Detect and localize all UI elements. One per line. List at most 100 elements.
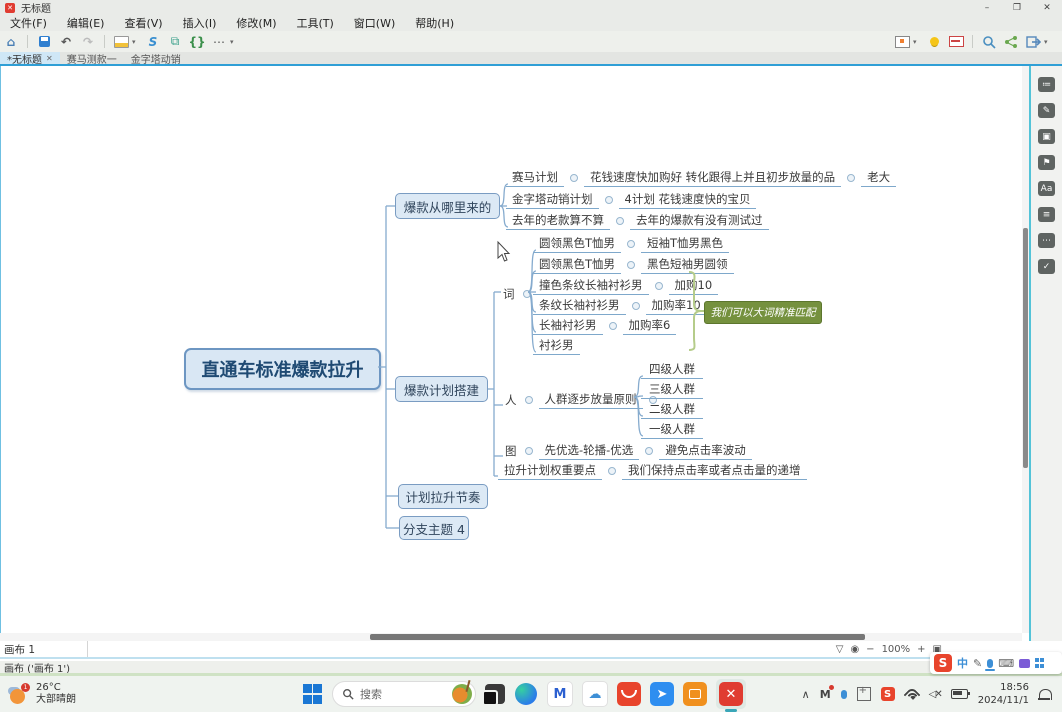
save-icon[interactable] [34, 33, 54, 50]
vertical-scrollbar-thumb[interactable] [1023, 228, 1028, 468]
undo-icon[interactable]: ↶ [56, 33, 76, 50]
topic[interactable]: 老大 [861, 168, 896, 187]
pointer-app-icon[interactable]: ➤ [650, 682, 674, 706]
export-caret-icon[interactable]: ▾ [1044, 38, 1054, 46]
topic[interactable]: 长袖衬衫男 [533, 316, 603, 335]
topic-picture[interactable]: 图 [503, 442, 519, 460]
central-topic[interactable]: 直通车标准爆款拉升 [184, 348, 381, 390]
style-brush-icon[interactable]: ✎ [1038, 103, 1055, 118]
ime-keyboard-icon[interactable]: ⌨ [998, 657, 1014, 670]
more-tools-caret-icon[interactable]: ▾ [230, 38, 240, 46]
sogou-logo-icon[interactable]: S [934, 654, 952, 672]
horizontal-scrollbar-thumb[interactable] [370, 634, 865, 640]
comment-icon[interactable]: ⋯ [1038, 233, 1055, 248]
task-view-icon[interactable] [485, 684, 505, 704]
menu-file[interactable]: 文件(F) [0, 15, 57, 31]
idea-bulb-icon[interactable] [924, 33, 944, 50]
ime-toolbox-icon[interactable] [1035, 658, 1045, 668]
topic-lift-rhythm[interactable]: 计划拉升节奏 [398, 484, 488, 509]
summary-icon[interactable]: ⧉ [165, 33, 185, 50]
topic-style-caret-icon[interactable]: ▾ [132, 38, 142, 46]
collapse-joint-icon[interactable] [570, 174, 578, 182]
tab-saima-cekuan[interactable]: 赛马测款一 [60, 52, 124, 64]
topic[interactable]: 加购10 [669, 276, 719, 295]
zoom-in-button[interactable]: + [917, 644, 925, 655]
share-icon[interactable] [1001, 33, 1021, 50]
topic-branch-4[interactable]: 分支主题 4 [399, 516, 469, 540]
camera-app-icon[interactable] [683, 682, 707, 706]
slideshow-icon[interactable] [946, 33, 966, 50]
collapse-joint-icon[interactable] [605, 196, 613, 204]
horizontal-scrollbar[interactable] [0, 633, 1022, 641]
home-icon[interactable]: ⌂ [1, 33, 21, 50]
cloud-drive-icon[interactable]: ☁ [582, 681, 608, 707]
tray-chevron-icon[interactable]: ∧ [802, 688, 810, 701]
edge-icon[interactable] [514, 682, 538, 706]
more-tools-icon[interactable]: ⋯ [209, 33, 229, 50]
topic[interactable]: 去年的老款算不算 [506, 211, 610, 230]
note-icon[interactable]: ≡ [1038, 207, 1055, 222]
topic[interactable]: 加购率6 [623, 316, 677, 335]
topic-where-from[interactable]: 爆款从哪里来的 [395, 193, 500, 219]
topic-people[interactable]: 人 [503, 391, 519, 409]
flag-icon[interactable]: ⚑ [1038, 155, 1055, 170]
relationship-icon[interactable]: S [143, 33, 163, 50]
collapse-joint-icon[interactable] [525, 447, 533, 455]
topic[interactable]: 撞色条纹长袖衬衫男 [533, 276, 649, 295]
search-icon[interactable] [979, 33, 999, 50]
menu-insert[interactable]: 插入(I) [173, 15, 227, 31]
topic[interactable]: 我们保持点击率或者点击量的递增 [622, 461, 807, 480]
ime-lang-icon[interactable]: 中 [957, 655, 968, 671]
image-icon[interactable]: ▣ [1038, 129, 1055, 144]
taskbar-search[interactable]: 搜索 [332, 681, 476, 707]
tab-close-icon[interactable]: ✕ [46, 54, 53, 63]
collapse-joint-icon[interactable] [627, 240, 635, 248]
vertical-scrollbar[interactable] [1022, 66, 1029, 633]
collapse-joint-icon[interactable] [608, 467, 616, 475]
menu-tools[interactable]: 工具(T) [286, 15, 343, 31]
collapse-joint-icon[interactable] [645, 447, 653, 455]
collapse-joint-icon[interactable] [632, 302, 640, 310]
topic-level-3[interactable]: 三级人群 [641, 380, 703, 399]
wifi-icon[interactable] [905, 689, 919, 699]
topic[interactable]: 4计划 花钱速度快的宝贝 [619, 190, 757, 209]
tray-mic-icon[interactable] [841, 690, 847, 699]
topic[interactable]: 金字塔动销计划 [506, 190, 599, 209]
topic-style-icon[interactable] [111, 33, 131, 50]
topic[interactable]: 短袖T恤男黑色 [641, 234, 729, 253]
notification-bell-icon[interactable] [1039, 689, 1052, 700]
topic[interactable]: 衬衫男 [533, 336, 580, 355]
menu-modify[interactable]: 修改(M) [226, 15, 286, 31]
collapse-joint-icon[interactable] [847, 174, 855, 182]
battery-icon[interactable] [951, 689, 968, 699]
collapse-joint-icon[interactable] [655, 282, 663, 290]
topic[interactable]: 人群逐步放量原则 [539, 390, 643, 409]
mindmap-app-active-icon[interactable]: ✕ [716, 679, 746, 709]
collapse-joint-icon[interactable] [523, 290, 531, 298]
maximize-button[interactable]: ❐ [1002, 0, 1032, 15]
tab-untitled[interactable]: *无标题 ✕ [0, 52, 60, 64]
topic[interactable]: 花钱速度快加购好 转化跟得上并且初步放量的品 [584, 168, 841, 187]
start-button[interactable] [303, 684, 323, 704]
weather-widget[interactable]: 1 26°C 大部晴朗 [0, 682, 158, 707]
tray-m-icon[interactable]: M [820, 688, 831, 701]
topic[interactable]: 避免点击率波动 [659, 441, 752, 460]
collapse-joint-icon[interactable] [616, 217, 624, 225]
task-icon[interactable]: ✓ [1038, 259, 1055, 274]
boundary-icon[interactable]: {} [187, 33, 207, 50]
topic-word[interactable]: 词 [501, 285, 517, 303]
minimize-button[interactable]: – [972, 0, 1002, 15]
zoom-out-button[interactable]: − [866, 644, 874, 655]
topic[interactable]: 圆领黑色T恤男 [533, 234, 621, 253]
menu-view[interactable]: 查看(V) [114, 15, 172, 31]
tray-tool-icon[interactable] [857, 687, 871, 701]
font-icon[interactable]: Aa [1038, 181, 1055, 196]
mindmaster-icon[interactable]: M [547, 681, 573, 707]
topic[interactable]: 黑色短袖男圆领 [641, 255, 734, 274]
menu-edit[interactable]: 编辑(E) [57, 15, 115, 31]
red-app-icon[interactable] [617, 682, 641, 706]
topic[interactable]: 加购率10 [646, 296, 707, 315]
ime-mic-icon[interactable] [987, 659, 993, 668]
topic[interactable]: 去年的爆款有没有测试过 [630, 211, 769, 230]
topic[interactable]: 赛马计划 [506, 168, 564, 187]
